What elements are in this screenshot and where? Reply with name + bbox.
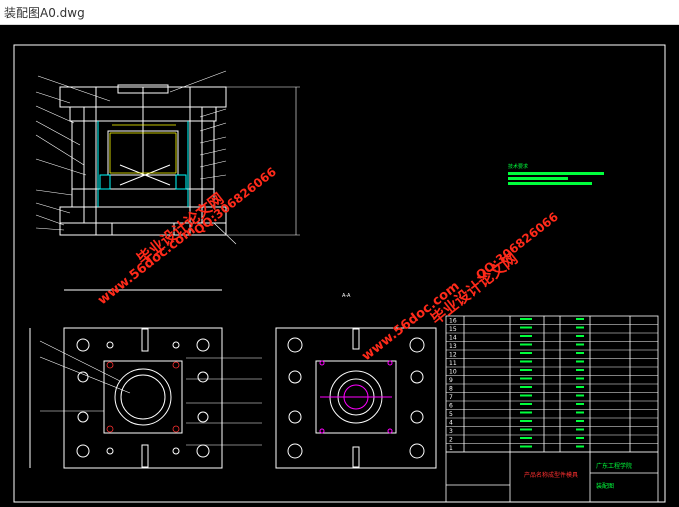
watermark-qq-2: QQ:306826066	[473, 210, 561, 283]
window-title: 装配图A0.dwg	[4, 6, 85, 20]
plan-view-left-red	[106, 361, 180, 433]
bom-row-number: 12	[449, 352, 457, 359]
bom-row-entry	[520, 386, 532, 388]
bom-row-entry	[520, 445, 532, 448]
bom-row-material	[576, 394, 584, 397]
school-name: 广东工程学院	[596, 462, 632, 470]
bom-row-number: 15	[449, 326, 457, 333]
bom-row-material	[576, 420, 584, 422]
bom-row-number: 8	[449, 386, 453, 393]
bom-row-number: 4	[449, 420, 453, 427]
plan-view-left-leaders	[39, 340, 262, 446]
bom-row-entry	[520, 352, 532, 354]
bom-row-material	[576, 386, 584, 388]
bom-row-number: 10	[449, 369, 457, 376]
bom-row-number: 7	[449, 394, 453, 401]
watermarks: www.56doc.com 毕业设计论文网 QQ:306826066 www.5…	[95, 165, 561, 365]
bom-row-entry	[520, 428, 532, 431]
section-leader-lines	[35, 70, 300, 245]
tech-requirements: 技术要求	[508, 163, 604, 185]
bom-row-entry	[520, 420, 532, 422]
bom-row-material	[576, 411, 584, 414]
bom-row-entry	[520, 326, 532, 329]
bom-row-material	[576, 360, 584, 363]
bom-row-entry	[520, 369, 532, 371]
section-label: A-A	[342, 293, 351, 299]
window-title-bar: 装配图A0.dwg	[0, 0, 679, 25]
bom-row-entry	[520, 411, 532, 414]
bom-row-number: 9	[449, 377, 453, 384]
bom-row-number: 11	[449, 360, 457, 367]
bom-row-number: 5	[449, 411, 453, 418]
cad-canvas[interactable]: 技术要求 A-A 16 15 14 13 12 11 10 9 8 7 6 5 …	[0, 25, 679, 507]
bom-row-material	[576, 403, 584, 405]
bom-row-material	[576, 352, 584, 354]
bom-row-material	[576, 437, 584, 439]
plan-view-right-magenta	[319, 360, 393, 434]
bom-row-material	[576, 318, 584, 320]
bom-row-entry	[520, 318, 532, 320]
bom-row-entry	[520, 403, 532, 405]
bom-row-entry	[520, 343, 532, 346]
bom-row-entry	[520, 394, 532, 397]
bom-row-material	[576, 326, 584, 329]
bom-row-numbers: 16151413121110987654321	[449, 318, 457, 453]
bom-green-entries	[520, 318, 584, 448]
watermark-site-2: www.56doc.com	[359, 279, 462, 364]
bom-row-number: 6	[449, 403, 453, 410]
product-name: 产品名称成型件模具	[524, 471, 578, 479]
bom-row-number: 3	[449, 428, 453, 435]
bom-row-material	[576, 428, 584, 431]
bom-row-material	[576, 377, 584, 380]
watermark-brand-1: 毕业设计论文网	[133, 189, 227, 268]
bom-row-entry	[520, 335, 532, 337]
bom-row-entry	[520, 360, 532, 363]
bom-row-number: 1	[449, 445, 453, 452]
bom-grid	[446, 324, 658, 453]
bom-row-material	[576, 343, 584, 346]
bom-row-material	[576, 445, 584, 448]
bom-row-material	[576, 369, 584, 371]
bom-row-entry	[520, 377, 532, 380]
bom-row-number: 2	[449, 437, 453, 444]
drawing-title: 装配图	[596, 482, 614, 490]
plan-view-right	[275, 327, 437, 469]
drawing-svg: 技术要求 A-A 16151413121110987654321 广东工程学院 …	[13, 44, 666, 503]
bom-row-number: 13	[449, 343, 457, 350]
bom-row-number: 14	[449, 335, 457, 342]
bom-row-material	[576, 335, 584, 337]
tech-requirements-title: 技术要求	[508, 163, 528, 170]
bom-row-entry	[520, 437, 532, 439]
